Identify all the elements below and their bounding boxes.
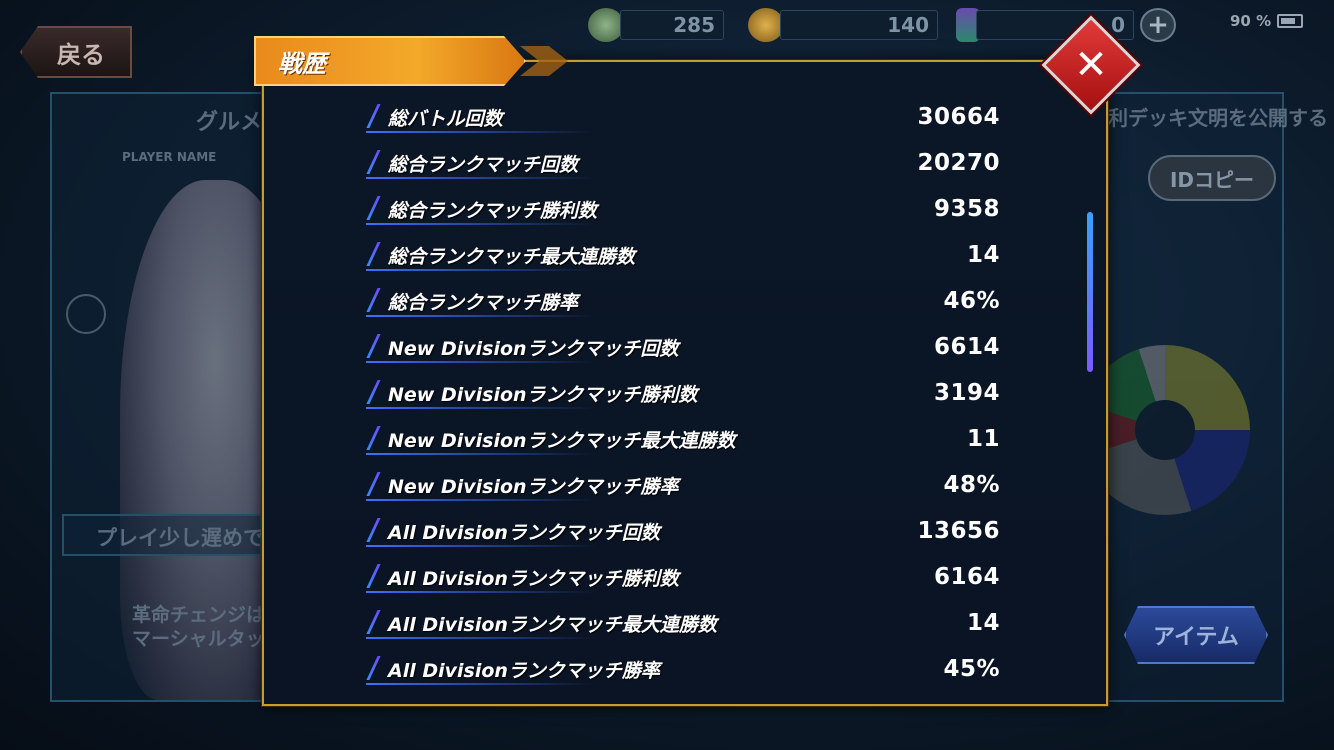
stat-value: 3194: [933, 380, 1000, 406]
stat-row: New Divisionランクマッチ回数 6614: [366, 324, 1006, 370]
deck-public-label: 利デッキ文明を公開する: [1108, 106, 1328, 130]
stat-row: All Divisionランクマッチ勝率 45%: [366, 646, 1006, 692]
gold-counter: 140: [780, 10, 938, 40]
scrollbar[interactable]: [1087, 212, 1093, 372]
stat-row: New Divisionランクマッチ勝利数 3194: [366, 370, 1006, 416]
stat-label: All Divisionランクマッチ回数: [388, 521, 660, 544]
stat-row: All Divisionランクマッチ最大連勝数 14: [366, 600, 1006, 646]
stat-row: 総合ランクマッチ勝率 46%: [366, 278, 1006, 324]
stat-row: 総バトル回数 30664: [366, 94, 1006, 140]
stat-value: 14: [966, 242, 1000, 268]
battery-label: 90 %: [1230, 12, 1272, 30]
stat-value: 13656: [917, 518, 1000, 544]
player-name-caption: PLAYER NAME: [122, 150, 217, 164]
stat-label: 総合ランクマッチ回数: [388, 153, 579, 176]
stats-list[interactable]: 総バトル回数 30664 総合ランクマッチ回数 20270 総合ランクマッチ勝利…: [366, 94, 1006, 692]
stat-row: All Divisionランクマッチ勝利数 6164: [366, 554, 1006, 600]
coin-icon: [588, 8, 624, 42]
battery-indicator: 90 %: [1230, 12, 1304, 30]
close-icon[interactable]: ✕: [1056, 30, 1126, 100]
refresh-icon[interactable]: [66, 294, 106, 334]
stat-row: New Divisionランクマッチ勝率 48%: [366, 462, 1006, 508]
stat-row: 総合ランクマッチ最大連勝数 14: [366, 232, 1006, 278]
stat-label: New Divisionランクマッチ勝利数: [388, 383, 698, 406]
stat-value: 46%: [943, 288, 1000, 314]
gold-coin-icon: [748, 8, 784, 42]
stat-label: 総合ランクマッチ勝率: [388, 291, 579, 314]
stat-value: 9358: [933, 196, 1000, 222]
bio-line-2: マーシャルタッチ: [132, 628, 284, 650]
comment-text: プレイ少し遅めです: [96, 526, 285, 550]
stat-value: 11: [966, 426, 1000, 452]
stat-row: 総合ランクマッチ勝利数 9358: [366, 186, 1006, 232]
stat-label: All Divisionランクマッチ勝率: [388, 659, 660, 682]
stat-value: 48%: [943, 472, 1000, 498]
stat-value: 30664: [917, 104, 1000, 130]
idcopy-button[interactable]: IDコピー: [1148, 155, 1276, 201]
stat-value: 14: [966, 610, 1000, 636]
add-gem-button[interactable]: +: [1140, 8, 1176, 42]
stat-label: 総バトル回数: [388, 107, 503, 130]
stat-label: All Divisionランクマッチ最大連勝数: [388, 613, 717, 636]
stat-label: 総合ランクマッチ最大連勝数: [388, 245, 636, 268]
stat-value: 45%: [943, 656, 1000, 682]
stat-row: New Divisionランクマッチ最大連勝数 11: [366, 416, 1006, 462]
stat-label: New Divisionランクマッチ回数: [388, 337, 679, 360]
coin-counter: 285: [620, 10, 724, 40]
stat-row: 総合ランクマッチ回数 20270: [366, 140, 1006, 186]
stat-label: New Divisionランクマッチ勝率: [388, 475, 679, 498]
stat-label: 総合ランクマッチ勝利数: [388, 199, 598, 222]
stat-row: All Divisionランクマッチ回数 13656: [366, 508, 1006, 554]
stat-label: New Divisionランクマッチ最大連勝数: [388, 429, 736, 452]
stat-value: 6164: [933, 564, 1000, 590]
battery-icon: [1277, 14, 1304, 28]
stat-label: All Divisionランクマッチ勝利数: [388, 567, 679, 590]
modal-title: 戦歴: [254, 36, 526, 86]
stat-value: 20270: [917, 150, 1000, 176]
item-button[interactable]: アイテム: [1124, 606, 1268, 664]
stat-value: 6614: [933, 334, 1000, 360]
back-button[interactable]: 戻る: [20, 26, 132, 78]
